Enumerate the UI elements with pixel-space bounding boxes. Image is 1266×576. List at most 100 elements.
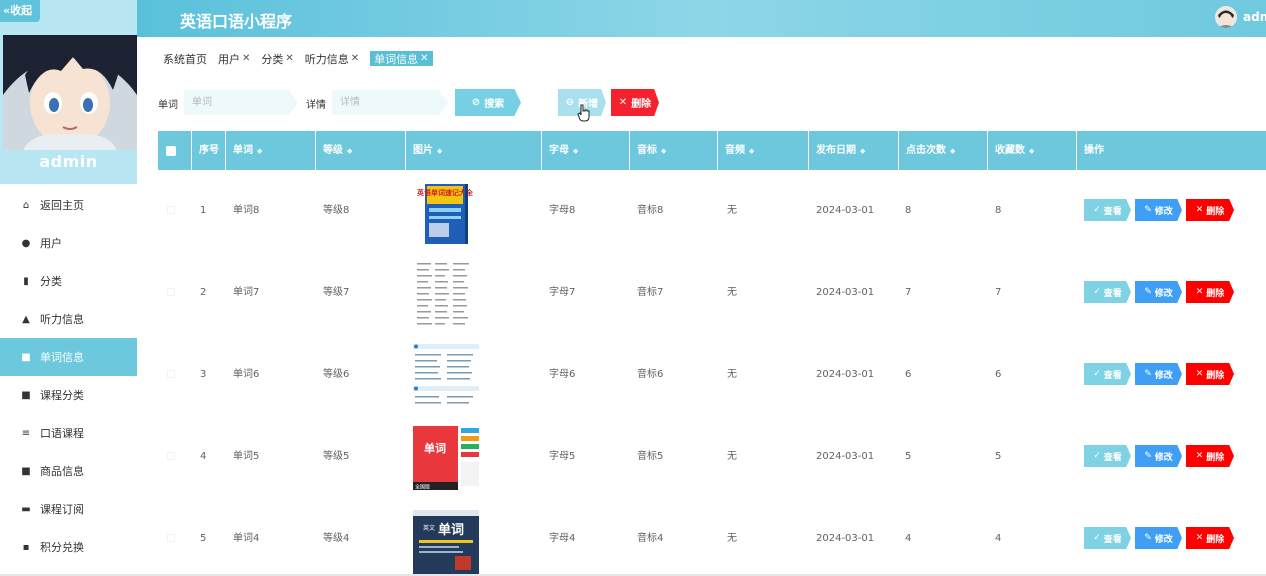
app-root: «收起 admin ⌂ 返回主页 ● 用户 ▮ 分类 ▲ 听力信息 ■ 单词信息… bbox=[0, 0, 1266, 576]
tab-home[interactable]: 系统首页 bbox=[163, 51, 207, 66]
cell-index: 4 bbox=[200, 451, 207, 462]
cell-level: 等级7 bbox=[323, 287, 350, 298]
cell-audio: 无 bbox=[727, 533, 737, 544]
book-cover-image: 英语单词速记大全 bbox=[411, 176, 481, 246]
cell-clicks: 4 bbox=[905, 533, 912, 544]
delete-button-label: 删除 bbox=[631, 99, 652, 110]
sidebar-item-category[interactable]: ▮ 分类 bbox=[0, 262, 137, 300]
search-button[interactable]: ⊘ 搜索 bbox=[455, 89, 521, 116]
word-search-input[interactable]: 单词 bbox=[184, 90, 298, 115]
header-word[interactable]: 单词 ◆ bbox=[226, 131, 316, 170]
cell-favorites: 7 bbox=[995, 287, 1002, 298]
sidebar-item-words[interactable]: ■ 单词信息 bbox=[0, 338, 137, 376]
view-button[interactable]: ✓ 查看 bbox=[1084, 281, 1131, 303]
grid-icon: ■ bbox=[21, 351, 31, 363]
row-checkbox[interactable] bbox=[167, 452, 175, 460]
tab-words[interactable]: 单词信息 ✕ bbox=[370, 51, 433, 66]
close-icon[interactable]: ✕ bbox=[351, 53, 359, 64]
cell-favorites: 8 bbox=[995, 205, 1002, 216]
sidebar-item-subscription[interactable]: ▬ 课程订阅 bbox=[0, 490, 137, 528]
header-date[interactable]: 发布日期 ◆ bbox=[809, 131, 899, 170]
sidebar-item-course-category[interactable]: ■ 课程分类 bbox=[0, 376, 137, 414]
delete-button[interactable]: ✕ 删除 bbox=[1186, 445, 1234, 467]
header-username[interactable]: adm bbox=[1243, 10, 1266, 24]
header-clicks[interactable]: 点击次数 ◆ bbox=[899, 131, 988, 170]
add-icon: ⊖ bbox=[565, 97, 575, 108]
user-avatar-icon bbox=[1215, 6, 1237, 28]
word-table-page-image bbox=[411, 340, 481, 410]
close-icon[interactable]: ✕ bbox=[420, 53, 428, 64]
header-audio[interactable]: 音频 ◆ bbox=[718, 131, 809, 170]
list-icon: ≡ bbox=[21, 427, 31, 439]
close-icon[interactable]: ✕ bbox=[285, 53, 293, 64]
header-letter[interactable]: 字母 ◆ bbox=[542, 131, 630, 170]
close-icon: ✕ bbox=[1195, 533, 1204, 543]
delete-button[interactable]: ✕ 删除 bbox=[1186, 527, 1234, 549]
batch-delete-button[interactable]: ✕ 删除 bbox=[611, 89, 659, 116]
view-button[interactable]: ✓ 查看 bbox=[1084, 527, 1131, 549]
header-level[interactable]: 等级 ◆ bbox=[316, 131, 406, 170]
word-label: 单词 bbox=[158, 100, 178, 111]
tab-users[interactable]: 用户 ✕ bbox=[218, 51, 250, 66]
detail-search-input[interactable]: 详情 bbox=[332, 90, 448, 115]
edit-button[interactable]: ✎ 修改 bbox=[1135, 527, 1182, 549]
delete-button[interactable]: ✕ 删除 bbox=[1186, 363, 1234, 385]
view-button[interactable]: ✓ 查看 bbox=[1084, 199, 1131, 221]
detail-label: 详情 bbox=[306, 100, 326, 111]
header-image[interactable]: 图片 ◆ bbox=[406, 131, 542, 170]
edit-button[interactable]: ✎ 修改 bbox=[1135, 281, 1182, 303]
cell-clicks: 8 bbox=[905, 205, 912, 216]
sidebar-item-points[interactable]: ▪ 积分兑换 bbox=[0, 528, 137, 566]
delete-button[interactable]: ✕ 删除 bbox=[1186, 281, 1234, 303]
app-title: 英语口语小程序 bbox=[180, 12, 293, 31]
view-button[interactable]: ✓ 查看 bbox=[1084, 363, 1131, 385]
cell-word: 单词7 bbox=[233, 287, 260, 298]
row-checkbox[interactable] bbox=[167, 370, 175, 378]
row-checkbox[interactable] bbox=[167, 206, 175, 214]
table-row: 5 单词4 等级4 英文 单词 字母4 音标4 无 2024-03-01 4 4… bbox=[158, 498, 1266, 576]
tab-listening[interactable]: 听力信息 ✕ bbox=[305, 51, 359, 66]
header-actions: 操作 bbox=[1084, 145, 1104, 156]
word-image: 英文 单词 bbox=[411, 504, 481, 574]
edit-button[interactable]: ✎ 修改 bbox=[1135, 363, 1182, 385]
sidebar-item-label: 口语课程 bbox=[40, 427, 84, 440]
row-checkbox[interactable] bbox=[167, 288, 175, 296]
view-button[interactable]: ✓ 查看 bbox=[1084, 445, 1131, 467]
row-checkbox[interactable] bbox=[167, 534, 175, 542]
tab-label: 系统首页 bbox=[163, 52, 207, 66]
sidebar-item-speaking-course[interactable]: ≡ 口语课程 bbox=[0, 414, 137, 452]
check-icon: ✓ bbox=[1093, 533, 1101, 543]
close-icon[interactable]: ✕ bbox=[242, 53, 250, 64]
tab-label: 分类 bbox=[261, 52, 284, 66]
header-avatar[interactable] bbox=[1215, 6, 1237, 28]
cell-phonetic: 音标5 bbox=[637, 451, 664, 462]
sidebar-item-products[interactable]: ■ 商品信息 bbox=[0, 452, 137, 490]
header-phonetic[interactable]: 音标 ◆ bbox=[630, 131, 718, 170]
delete-button[interactable]: ✕ 删除 bbox=[1186, 199, 1234, 221]
sidebar-username: admin bbox=[39, 152, 98, 171]
collapse-button[interactable]: «收起 bbox=[0, 0, 40, 22]
sidebar-item-label: 商品信息 bbox=[40, 465, 84, 478]
cell-index: 1 bbox=[200, 205, 207, 216]
edit-button[interactable]: ✎ 修改 bbox=[1135, 199, 1182, 221]
header-favorites[interactable]: 收藏数 ◆ bbox=[988, 131, 1077, 170]
top-header: 英语口语小程序 adm bbox=[137, 0, 1266, 37]
sidebar-item-users[interactable]: ● 用户 bbox=[0, 224, 137, 262]
sidebar-item-listening[interactable]: ▲ 听力信息 bbox=[0, 300, 137, 338]
tab-category[interactable]: 分类 ✕ bbox=[261, 51, 293, 66]
cell-audio: 无 bbox=[727, 287, 737, 298]
row-actions: ✓ 查看 ✎ 修改 ✕ 删除 bbox=[1084, 281, 1234, 303]
sidebar-item-home[interactable]: ⌂ 返回主页 bbox=[0, 186, 137, 224]
cell-level: 等级8 bbox=[323, 205, 350, 216]
dark-book-cover-image: 英文 单词 bbox=[411, 504, 481, 574]
sidebar-item-label: 用户 bbox=[40, 237, 62, 250]
cell-audio: 无 bbox=[727, 451, 737, 462]
row-actions: ✓ 查看 ✎ 修改 ✕ 删除 bbox=[1084, 445, 1234, 467]
close-icon: ✕ bbox=[1195, 205, 1204, 215]
cell-level: 等级5 bbox=[323, 451, 350, 462]
cell-index: 2 bbox=[200, 287, 207, 298]
anime-avatar-image bbox=[3, 35, 137, 150]
edit-button[interactable]: ✎ 修改 bbox=[1135, 445, 1182, 467]
cell-date: 2024-03-01 bbox=[816, 451, 875, 462]
sidebar-menu: ⌂ 返回主页 ● 用户 ▮ 分类 ▲ 听力信息 ■ 单词信息 ■ 课程分类 ≡ … bbox=[0, 186, 137, 566]
